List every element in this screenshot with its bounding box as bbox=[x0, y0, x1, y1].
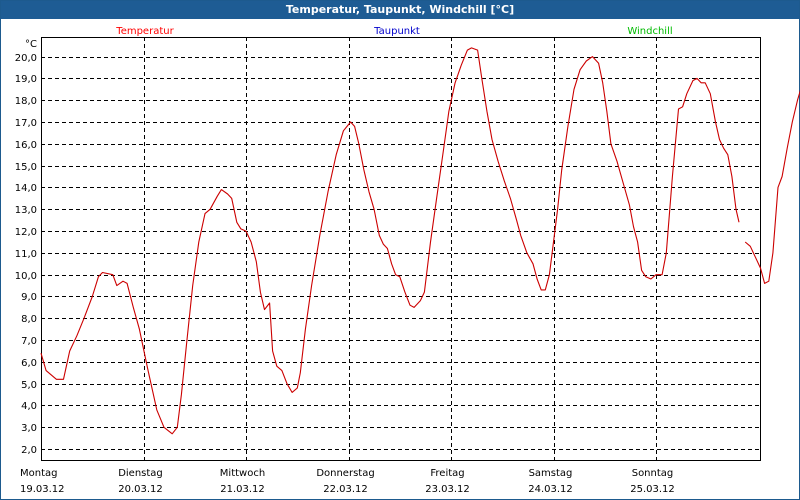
legend-taupunkt: Taupunkt bbox=[373, 26, 420, 37]
chart-canvas: 2,0 3,0 4,0 5,0 6,0 7,0 8,0 9,0 10,0 11,0 12,0 13,0… bbox=[15, 26, 800, 495]
x-tick-date: 21.03.12 bbox=[220, 484, 265, 495]
x-tick-day: Freitag bbox=[430, 468, 464, 479]
y-tick-label: 4,0 bbox=[21, 401, 37, 412]
x-tick-day: Sonntag bbox=[632, 468, 674, 479]
x-tick-day: Samstag bbox=[529, 468, 573, 479]
y-tick-label: 19,0 bbox=[15, 74, 37, 85]
y-tick-label: 2,0 bbox=[21, 445, 37, 456]
y-axis-unit: °C bbox=[25, 39, 37, 50]
x-tick-date: 20.03.12 bbox=[118, 484, 163, 495]
legend-windchill: Windchill bbox=[627, 26, 672, 37]
x-tick-day: Mittwoch bbox=[220, 468, 265, 479]
legend-temperatur: Temperatur bbox=[115, 26, 174, 37]
y-tick-label: 9,0 bbox=[21, 292, 37, 303]
y-tick-label: 18,0 bbox=[15, 96, 37, 107]
x-tick-date: 19.03.12 bbox=[20, 484, 65, 495]
x-tick-day: Donnerstag bbox=[316, 468, 374, 479]
y-tick-label: 12,0 bbox=[15, 227, 37, 238]
x-tick-date: 23.03.12 bbox=[425, 484, 470, 495]
x-tick-date: 25.03.12 bbox=[630, 484, 675, 495]
y-tick-label: 15,0 bbox=[15, 162, 37, 173]
y-tick-label: 8,0 bbox=[21, 314, 37, 325]
x-tick-date: 24.03.12 bbox=[528, 484, 573, 495]
y-tick-label: 7,0 bbox=[21, 336, 37, 347]
x-tick-day: Montag bbox=[20, 468, 57, 479]
y-tick-label: 17,0 bbox=[15, 118, 37, 129]
y-tick-label: 16,0 bbox=[15, 140, 37, 151]
x-tick-day: Dienstag bbox=[118, 468, 163, 479]
y-tick-label: 5,0 bbox=[21, 380, 37, 391]
y-tick-label: 13,0 bbox=[15, 205, 37, 216]
x-tick-date: 22.03.12 bbox=[323, 484, 368, 495]
y-tick-label: 6,0 bbox=[21, 358, 37, 369]
y-tick-label: 3,0 bbox=[21, 423, 37, 434]
y-tick-label: 11,0 bbox=[15, 249, 37, 260]
y-tick-label: 14,0 bbox=[15, 183, 37, 194]
y-tick-label: 10,0 bbox=[15, 271, 37, 282]
y-tick-label: 20,0 bbox=[15, 53, 37, 64]
